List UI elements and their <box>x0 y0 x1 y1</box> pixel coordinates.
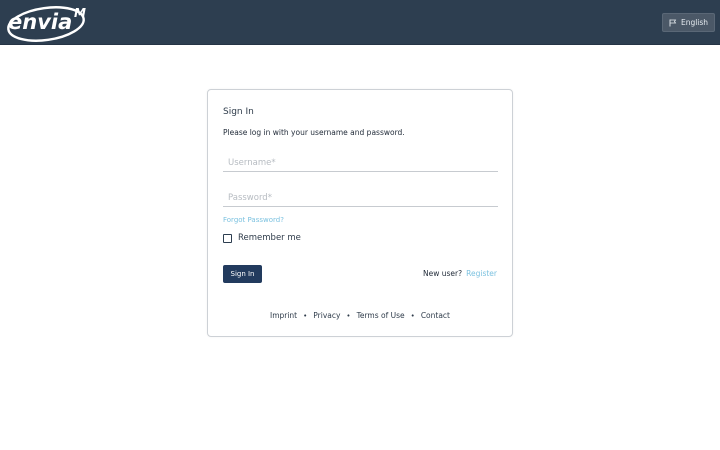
forgot-password-link[interactable]: Forgot Password? <box>223 216 284 224</box>
imprint-link[interactable]: Imprint <box>270 311 297 320</box>
remember-me-checkbox[interactable] <box>223 233 232 243</box>
remember-me-option[interactable]: Remember me <box>223 233 301 243</box>
new-user-prompt: New user? Register <box>423 269 497 278</box>
privacy-link[interactable]: Privacy <box>313 311 340 320</box>
footer-links: Imprint • Privacy • Terms of Use • Conta… <box>208 311 512 320</box>
logo-text: envia <box>8 10 72 34</box>
language-selector-button[interactable]: English <box>662 13 715 32</box>
register-link[interactable]: Register <box>466 269 497 278</box>
sign-in-button[interactable]: Sign In <box>223 265 262 283</box>
new-user-text: New user? <box>423 269 463 278</box>
sign-in-card: Sign In Please log in with your username… <box>207 89 513 337</box>
language-label: English <box>680 18 709 27</box>
flag-icon <box>669 19 677 26</box>
username-input[interactable] <box>223 154 498 172</box>
footer-separator: • <box>303 311 308 320</box>
footer-separator: • <box>410 311 415 320</box>
password-input[interactable] <box>223 189 498 207</box>
terms-of-use-link[interactable]: Terms of Use <box>357 311 405 320</box>
footer-separator: • <box>346 311 351 320</box>
remember-me-label: Remember me <box>238 233 301 243</box>
sign-in-title: Sign In <box>223 107 254 117</box>
logo-superscript: M <box>74 6 86 20</box>
envia-m-logo[interactable]: envia M <box>4 2 92 44</box>
contact-link[interactable]: Contact <box>421 311 450 320</box>
top-bar: envia M English <box>0 0 720 45</box>
sign-in-instructions: Please log in with your username and pas… <box>223 128 405 137</box>
